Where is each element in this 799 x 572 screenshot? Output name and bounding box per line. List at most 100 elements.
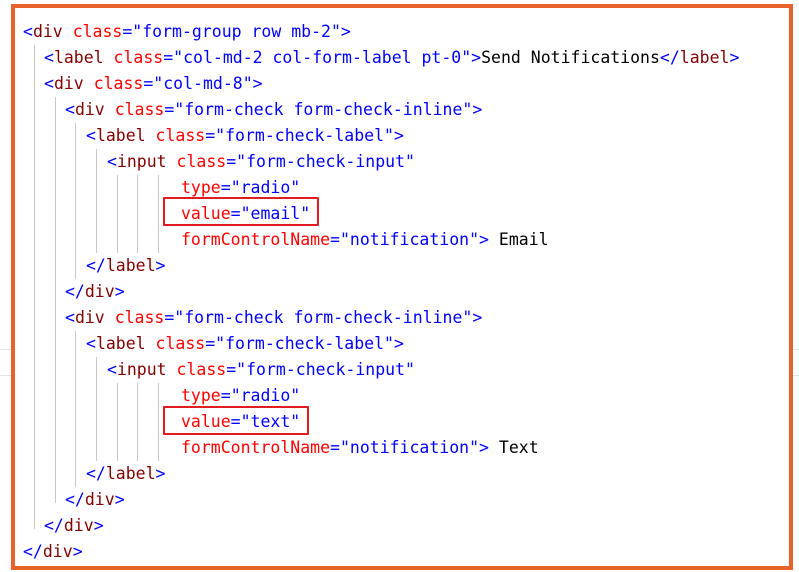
indent-guide <box>117 383 118 461</box>
code-token: value <box>181 412 231 431</box>
code-token: "email" <box>240 204 311 223</box>
indent-guide <box>137 175 138 253</box>
code-token: < <box>65 100 75 119</box>
code-token: > <box>252 74 263 93</box>
code-token: = <box>205 334 216 353</box>
code-token: "form-check form-check-inline" <box>174 308 473 327</box>
code-token: </ <box>65 490 85 509</box>
code-token: "form-check-input" <box>236 360 415 379</box>
code-token: "form-check-label" <box>215 126 394 145</box>
code-token: "col-md-8" <box>153 74 253 93</box>
code-token: class <box>176 152 227 171</box>
code-token: input <box>116 360 167 379</box>
code-token: > <box>93 516 104 535</box>
indent-guide <box>55 97 56 503</box>
code-token: = <box>164 308 175 327</box>
code-token: label <box>53 48 104 67</box>
code-line: <label class="col-md-2 col-form-label pt… <box>44 45 739 71</box>
code-token: </ <box>659 48 680 67</box>
code-line: type="radio" <box>181 383 300 409</box>
code-token: > <box>729 48 740 67</box>
code-token: > <box>114 490 125 509</box>
code-token: Text <box>488 438 539 457</box>
code-token: type <box>181 386 221 405</box>
code-token: input <box>116 152 167 171</box>
code-token: = <box>163 48 174 67</box>
code-token: = <box>220 386 231 405</box>
indent-guide <box>96 357 97 461</box>
code-token: > <box>472 308 483 327</box>
code-token: > <box>472 100 483 119</box>
indent-guide <box>34 45 35 529</box>
code-token: "form-group row mb-2" <box>132 22 341 41</box>
code-token: type <box>181 178 221 197</box>
code-token: = <box>226 152 237 171</box>
code-token: label <box>105 256 156 275</box>
code-token: < <box>86 334 96 353</box>
code-line: <div class="col-md-8"> <box>44 71 263 97</box>
code-line: value="text" <box>181 409 300 435</box>
code-token: class <box>155 126 206 145</box>
code-token: "form-check-input" <box>236 152 415 171</box>
code-token: > <box>155 256 166 275</box>
code-line: </div> <box>65 487 125 513</box>
code-token: = <box>230 412 241 431</box>
code-frame: <div class="form-group row mb-2"> <label … <box>11 4 793 570</box>
code-token: div <box>42 542 73 561</box>
code-token: < <box>44 74 54 93</box>
code-token: > <box>155 464 166 483</box>
code-token: < <box>44 48 54 67</box>
code-token: "form-check form-check-inline" <box>174 100 473 119</box>
code-token: class <box>72 22 123 41</box>
code-token: = <box>205 126 216 145</box>
code-line: <label class="form-check-label"> <box>86 331 404 357</box>
code-token: > <box>471 48 482 67</box>
code-token: Send Notifications <box>481 48 660 67</box>
code-token: "text" <box>240 412 301 431</box>
code-line: formControlName="notification"> Email <box>181 227 549 253</box>
code-line: </div> <box>44 513 104 539</box>
code-token: div <box>74 100 105 119</box>
code-token: div <box>63 516 94 535</box>
code-token: > <box>479 438 489 457</box>
code-line: <div class="form-check form-check-inline… <box>65 305 482 331</box>
code-line: <div class="form-check form-check-inline… <box>65 97 482 123</box>
screenshot-root: { "code": { "lines": [ [{"t":"<","c":"br… <box>0 0 799 572</box>
code-token: </ <box>23 542 43 561</box>
code-token: label <box>95 334 146 353</box>
code-line: value="email" <box>181 201 310 227</box>
indent-guide <box>158 175 159 253</box>
code-token: > <box>393 126 404 145</box>
code-line: <input class="form-check-input" <box>107 357 415 383</box>
code-token: > <box>479 230 489 249</box>
code-line: </div> <box>23 539 83 565</box>
code-token: < <box>86 126 96 145</box>
code-token: "radio" <box>230 178 301 197</box>
code-token: class <box>176 360 227 379</box>
code-token: formControlName <box>181 438 331 457</box>
code-line: </label> <box>86 253 165 279</box>
indent-guide <box>75 331 76 487</box>
code-token: div <box>53 74 84 93</box>
code-line: </div> <box>65 279 125 305</box>
code-line: </label> <box>86 461 165 487</box>
code-line: formControlName="notification"> Text <box>181 435 539 461</box>
code-token: label <box>105 464 156 483</box>
code-token: value <box>181 204 231 223</box>
code-block: <div class="form-group row mb-2"> <label … <box>15 8 789 566</box>
indent-guide <box>137 383 138 461</box>
indent-guide <box>96 149 97 253</box>
code-token: < <box>65 308 75 327</box>
code-token: div <box>74 308 105 327</box>
code-token: "form-check-label" <box>215 334 394 353</box>
code-token: class <box>114 100 165 119</box>
code-line: <input class="form-check-input" <box>107 149 415 175</box>
code-token: </ <box>44 516 64 535</box>
